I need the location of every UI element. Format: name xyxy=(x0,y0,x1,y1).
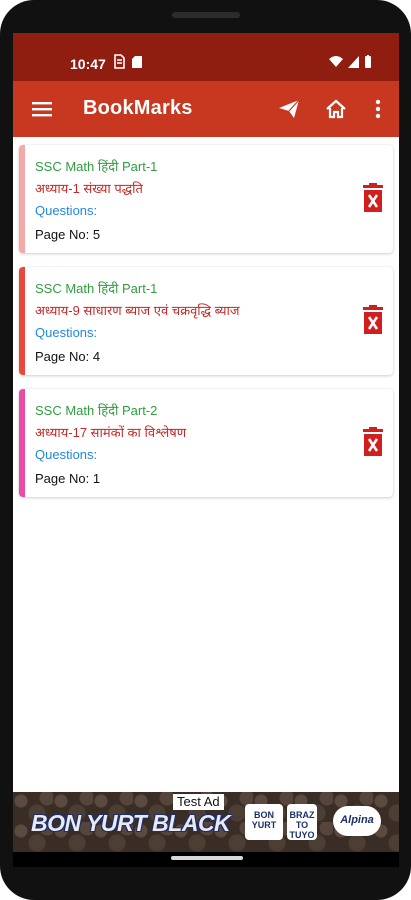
bookmark-card[interactable]: SSC Math हिंदी Part-1 अध्याय-1 संख्या पद… xyxy=(19,145,393,253)
bookmark-page: Page No: 4 xyxy=(35,349,101,364)
ad-label: Test Ad xyxy=(173,794,224,810)
send-icon[interactable] xyxy=(276,96,302,122)
page-title: BookMarks xyxy=(83,97,193,119)
delete-icon[interactable] xyxy=(361,183,385,213)
bookmark-page: Page No: 5 xyxy=(35,227,101,242)
status-right-icons xyxy=(329,55,371,68)
bookmark-questions: Questions: xyxy=(35,447,98,462)
home-gesture-handle[interactable] xyxy=(171,856,243,860)
ad-brand: BON YURT BLACK xyxy=(31,810,231,836)
ad-logo-braz: BRAZ TO TUYO xyxy=(287,804,317,840)
sd-card-icon xyxy=(132,56,142,68)
wifi-icon xyxy=(329,56,343,67)
ad-logo-alpina: Alpina xyxy=(333,806,381,836)
sim-icon xyxy=(114,54,125,69)
bookmark-card[interactable]: SSC Math हिंदी Part-1 अध्याय-9 साधारण ब्… xyxy=(19,267,393,375)
app-bar: BookMarks xyxy=(13,81,399,137)
ad-logo-bon-yurt: BON YURT xyxy=(245,804,283,840)
battery-icon xyxy=(365,56,371,68)
bookmark-card[interactable]: SSC Math हिंदी Part-2 अध्याय-17 सामंकों … xyxy=(19,389,393,497)
signal-icon xyxy=(348,56,359,68)
bookmark-chapter: अध्याय-1 संख्या पद्धति xyxy=(35,181,143,196)
ad-banner[interactable]: Test Ad BON YURT BLACK BON YURT BRAZ TO … xyxy=(13,792,399,852)
delete-icon[interactable] xyxy=(361,305,385,335)
status-bar: 10:47 xyxy=(13,33,399,81)
bookmark-questions: Questions: xyxy=(35,325,98,340)
home-icon[interactable] xyxy=(323,96,349,122)
bookmark-book: SSC Math हिंदी Part-1 xyxy=(35,159,158,174)
bookmark-book: SSC Math हिंदी Part-2 xyxy=(35,403,158,418)
navigation-bar xyxy=(13,852,399,867)
bookmark-list: SSC Math हिंदी Part-1 अध्याय-1 संख्या पद… xyxy=(13,137,399,792)
bookmark-chapter: अध्याय-9 साधारण ब्याज एवं चक्रवृद्धि ब्य… xyxy=(35,303,240,318)
bookmark-chapter: अध्याय-17 सामंकों का विश्लेषण xyxy=(35,425,187,440)
card-accent xyxy=(19,389,25,497)
phone-speaker xyxy=(172,12,240,18)
phone-frame: 10:47 BookMarks SSC Math हिंदी Part-1 अध… xyxy=(0,0,411,900)
bookmark-book: SSC Math हिंदी Part-1 xyxy=(35,281,158,296)
menu-icon[interactable] xyxy=(29,96,55,122)
more-vert-icon[interactable] xyxy=(365,96,391,122)
bookmark-questions: Questions: xyxy=(35,203,98,218)
card-accent xyxy=(19,145,25,253)
card-accent xyxy=(19,267,25,375)
delete-icon[interactable] xyxy=(361,427,385,457)
screen: 10:47 BookMarks SSC Math हिंदी Part-1 अध… xyxy=(13,33,399,867)
status-time: 10:47 xyxy=(70,56,106,72)
bookmark-page: Page No: 1 xyxy=(35,471,101,486)
